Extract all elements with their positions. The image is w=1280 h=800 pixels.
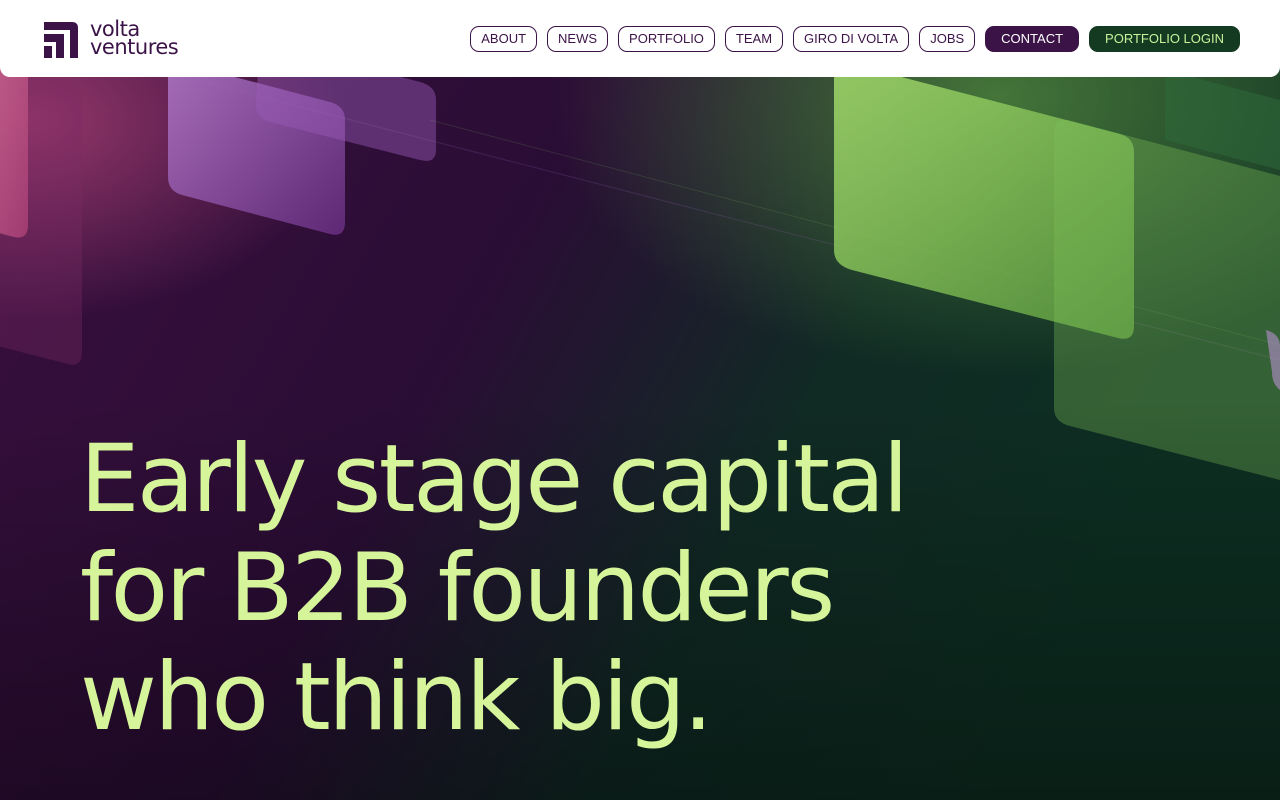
page: volta ventures ABOUT NEWS PORTFOLIO TEAM… xyxy=(0,0,1280,800)
hero-headline-line-2: for B2B founders xyxy=(80,534,835,643)
nav-portfolio-button[interactable]: PORTFOLIO xyxy=(618,26,715,52)
nav-jobs-button[interactable]: JOBS xyxy=(919,26,976,52)
nav-contact-button[interactable]: CONTACT xyxy=(985,26,1080,52)
nav-team-button[interactable]: TEAM xyxy=(724,26,784,52)
nav-about-button[interactable]: ABOUT xyxy=(470,26,538,52)
nav-news-button[interactable]: NEWS xyxy=(547,26,609,52)
nav-portfolio-login-button[interactable]: PORTFOLIO LOGIN xyxy=(1089,26,1240,52)
hero-headline-line-3: who think big. xyxy=(80,643,713,752)
main-nav: ABOUT NEWS PORTFOLIO TEAM GIRO DI VOLTA … xyxy=(470,26,1240,52)
site-header: volta ventures ABOUT NEWS PORTFOLIO TEAM… xyxy=(0,0,1280,77)
nav-giro-di-volta-button[interactable]: GIRO DI VOLTA xyxy=(793,26,910,52)
volta-logo-icon xyxy=(44,22,78,58)
volta-logo-link[interactable]: volta ventures xyxy=(42,18,179,59)
hero-headline: Early stage capital for B2B founders who… xyxy=(80,425,1080,752)
logo-line-2: ventures xyxy=(90,35,179,59)
hero-headline-line-1: Early stage capital xyxy=(80,425,909,534)
logo-wordmark: volta ventures xyxy=(90,19,179,59)
